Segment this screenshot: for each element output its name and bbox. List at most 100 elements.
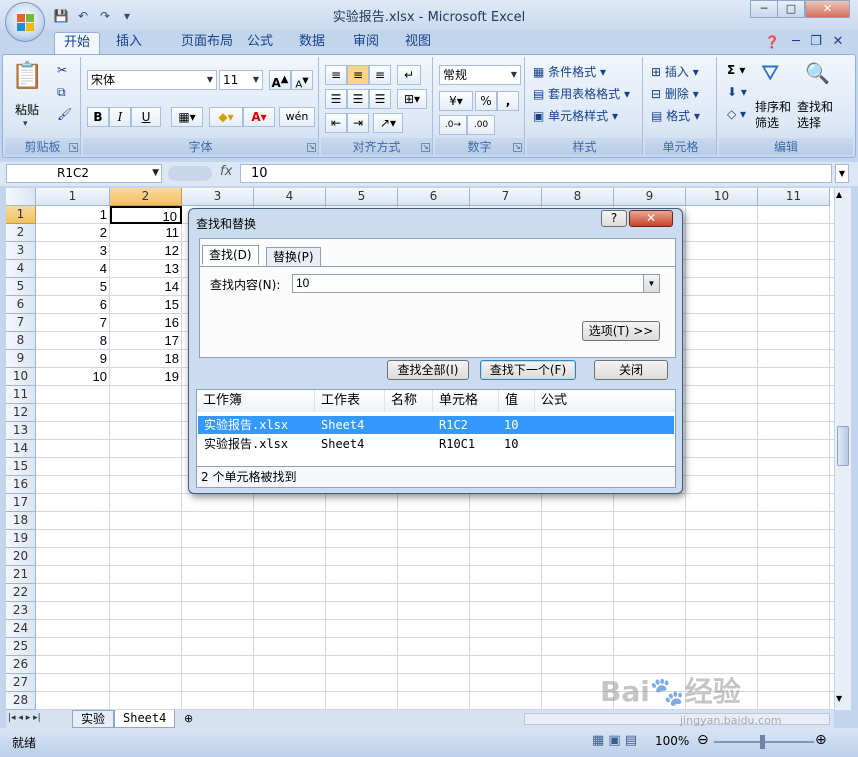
cell[interactable]: 4 — [36, 260, 110, 278]
tab-replace[interactable]: 替换(P) — [266, 247, 321, 267]
formula-bar-splitter[interactable] — [168, 166, 212, 181]
find-all-button[interactable]: 查找全部(I) — [387, 360, 469, 380]
row-header[interactable]: 4 — [6, 260, 36, 278]
zoom-level[interactable]: 100% — [655, 734, 689, 748]
tab-insert[interactable]: 插入 — [106, 32, 152, 54]
row-header[interactable]: 18 — [6, 512, 36, 530]
format-cells-button[interactable]: ▤ 格式 ▾ — [651, 107, 700, 124]
row-header[interactable]: 20 — [6, 548, 36, 566]
sort-filter-label[interactable]: 排序和 筛选 — [755, 99, 791, 131]
chevron-down-icon[interactable]: ▼ — [508, 66, 520, 84]
view-buttons-icon[interactable]: ▦ ▣ ▤ — [592, 733, 637, 748]
close-window-button[interactable]: ✕ — [805, 0, 850, 18]
scroll-thumb[interactable] — [837, 426, 849, 466]
font-name-combo[interactable]: 宋体 ▼ — [87, 70, 217, 90]
grow-font-icon[interactable]: A▲ — [269, 70, 291, 90]
active-cell[interactable]: 10 — [110, 206, 182, 224]
column-header[interactable]: 11 — [758, 188, 830, 206]
format-as-table-button[interactable]: ▤ 套用表格格式 ▾ — [533, 85, 630, 102]
cell[interactable]: 7 — [36, 314, 110, 332]
column-header[interactable]: 10 — [686, 188, 758, 206]
paste-label[interactable]: 粘贴 — [15, 101, 39, 118]
find-select-icon[interactable]: 🔍 — [805, 61, 830, 85]
cut-icon[interactable]: ✂ — [57, 63, 67, 77]
tab-view[interactable]: 视图 — [398, 32, 438, 54]
row-header[interactable]: 15 — [6, 458, 36, 476]
column-header[interactable]: 1 — [36, 188, 110, 206]
select-all-corner[interactable] — [6, 188, 36, 206]
autosum-button[interactable]: Σ ▾ — [727, 63, 745, 77]
row-header[interactable]: 25 — [6, 638, 36, 656]
phonetic-icon[interactable]: wén — [279, 107, 315, 127]
decrease-indent-icon[interactable]: ⇤ — [325, 113, 347, 133]
ribbon-close-icon[interactable]: ✕ — [830, 32, 846, 54]
format-painter-icon[interactable]: 🖌 — [57, 107, 72, 121]
paste-dropdown-icon[interactable]: ▾ — [23, 119, 28, 129]
delete-cells-button[interactable]: ⊟ 删除 ▾ — [651, 85, 699, 102]
borders-icon[interactable]: ▦▾ — [171, 107, 203, 127]
column-header[interactable]: 2 — [110, 188, 182, 206]
dialog-close-x-button[interactable]: ✕ — [629, 210, 673, 227]
cell[interactable]: 11 — [110, 224, 182, 242]
cell[interactable]: 19 — [110, 368, 182, 386]
font-color-icon[interactable]: A▾ — [243, 107, 275, 127]
row-header[interactable]: 13 — [6, 422, 36, 440]
close-button[interactable]: 关闭 — [594, 360, 668, 380]
cell[interactable]: 16 — [110, 314, 182, 332]
col-header-value[interactable]: 值 — [499, 390, 535, 412]
sheet-tab-shiyan[interactable]: 实验 — [72, 710, 115, 728]
align-center-icon[interactable]: ☰ — [347, 89, 369, 109]
zoom-out-icon[interactable]: ⊖ — [697, 732, 709, 748]
shrink-font-icon[interactable]: A▼ — [291, 70, 313, 90]
row-header[interactable]: 19 — [6, 530, 36, 548]
row-header[interactable]: 14 — [6, 440, 36, 458]
currency-icon[interactable]: ¥▾ — [439, 91, 473, 111]
office-button[interactable] — [5, 2, 45, 42]
col-header-formula[interactable]: 公式 — [535, 390, 675, 412]
copy-icon[interactable]: ⧉ — [57, 85, 66, 100]
row-header[interactable]: 8 — [6, 332, 36, 350]
maximize-button[interactable]: □ — [777, 0, 805, 18]
number-dialog-launcher-icon[interactable]: ↘ — [513, 143, 522, 152]
row-header[interactable]: 6 — [6, 296, 36, 314]
result-row[interactable]: 实验报告.xlsx Sheet4 R10C1 10 — [198, 435, 674, 453]
column-header[interactable]: 6 — [398, 188, 470, 206]
name-box[interactable]: R1C2 ▼ — [6, 164, 162, 183]
help-icon[interactable]: ❓ — [762, 32, 782, 54]
sheet-tab-sheet4[interactable]: Sheet4 — [114, 710, 176, 728]
row-header[interactable]: 3 — [6, 242, 36, 260]
row-header[interactable]: 27 — [6, 674, 36, 692]
ribbon-restore-icon[interactable]: ❐ — [808, 32, 824, 54]
chevron-down-icon[interactable]: ▼ — [152, 165, 159, 182]
options-button[interactable]: 选项(T) >> — [582, 321, 660, 341]
align-top-icon[interactable]: ≡ — [325, 65, 347, 85]
clipboard-dialog-launcher-icon[interactable]: ↘ — [69, 143, 78, 152]
row-header[interactable]: 21 — [6, 566, 36, 584]
merge-center-icon[interactable]: ⊞▾ — [397, 89, 427, 109]
cell[interactable]: 10 — [36, 368, 110, 386]
formula-input[interactable]: 10 — [240, 164, 832, 183]
fill-color-icon[interactable]: ◆▾ — [209, 107, 243, 127]
tab-find[interactable]: 查找(D) — [202, 245, 259, 265]
wrap-text-icon[interactable]: ↵ — [397, 65, 421, 85]
align-right-icon[interactable]: ☰ — [369, 89, 391, 109]
cell[interactable]: 15 — [110, 296, 182, 314]
tab-review[interactable]: 审阅 — [346, 32, 386, 54]
col-header-cell[interactable]: 单元格 — [433, 390, 499, 412]
find-what-input[interactable]: 10 ▼ — [292, 274, 660, 293]
column-header[interactable]: 3 — [182, 188, 254, 206]
fill-icon[interactable]: ⬇ ▾ — [727, 85, 747, 99]
paste-icon[interactable]: 📋 — [11, 61, 43, 97]
scroll-down-icon[interactable]: ▼ — [836, 694, 842, 703]
minimize-button[interactable]: ─ — [750, 0, 778, 18]
cell[interactable]: 12 — [110, 242, 182, 260]
cell[interactable]: 18 — [110, 350, 182, 368]
sort-filter-icon[interactable]: ⛛ — [761, 61, 779, 86]
column-header[interactable]: 5 — [326, 188, 398, 206]
italic-button[interactable]: I — [109, 107, 131, 127]
cell[interactable]: 3 — [36, 242, 110, 260]
tab-formulas[interactable]: 公式 — [240, 32, 280, 54]
orientation-icon[interactable]: ↗▾ — [373, 113, 403, 133]
sheet-nav-icons[interactable]: |◂ ◂ ▸ ▸| — [6, 710, 43, 728]
clear-icon[interactable]: ◇ ▾ — [727, 107, 746, 121]
